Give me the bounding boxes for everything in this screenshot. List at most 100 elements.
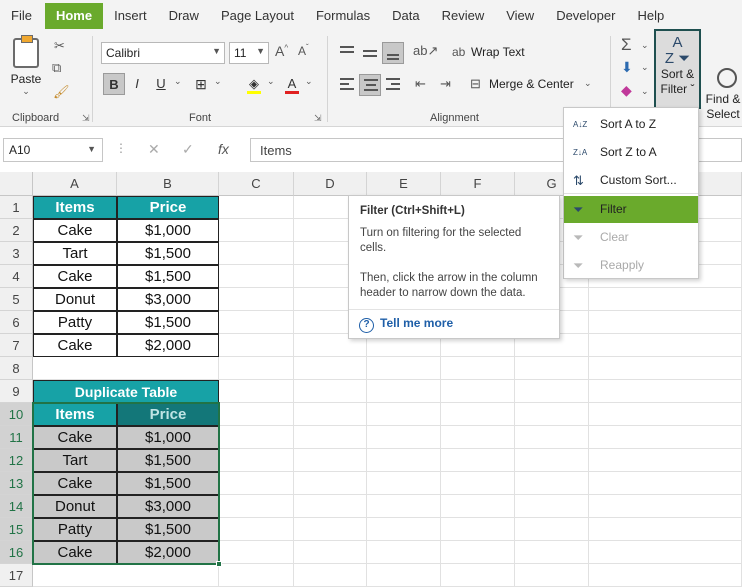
table1-cell[interactable]: $1,500 (117, 265, 219, 288)
menu-item-formulas[interactable]: Formulas (305, 3, 381, 29)
align-left-icon[interactable] (336, 74, 358, 96)
table1-header-cell[interactable]: Price (117, 196, 219, 219)
row-header-5[interactable]: 5 (0, 288, 33, 311)
clear-icon[interactable]: ◆ (621, 82, 632, 99)
merge-center-icon[interactable]: ⊟ (470, 76, 481, 92)
table1-cell[interactable]: $1,500 (117, 311, 219, 334)
table1-cell[interactable]: Cake (33, 265, 117, 288)
row-header-11[interactable]: 11 (0, 426, 33, 449)
menu-item-help[interactable]: Help (626, 3, 675, 29)
font-color-icon[interactable]: A (281, 73, 303, 95)
menu-item-file[interactable]: File (0, 3, 43, 29)
format-painter-icon[interactable]: 🖌 (53, 84, 70, 100)
column-header-c[interactable]: C (219, 172, 294, 196)
select-all-corner[interactable] (0, 172, 33, 196)
underline-button[interactable]: U (150, 73, 172, 95)
table1-cell[interactable]: Donut (33, 288, 117, 311)
table2-cell[interactable]: Cake (33, 426, 117, 449)
table1-cell[interactable]: Cake (33, 219, 117, 242)
table2-cell[interactable]: Cake (33, 541, 117, 564)
row-header-17[interactable]: 17 (0, 564, 33, 587)
fill-handle[interactable] (216, 561, 222, 567)
row-header-2[interactable]: 2 (0, 219, 33, 242)
paste-button[interactable]: Paste ⌄ (6, 35, 46, 102)
table2-cell[interactable]: Tart (33, 449, 117, 472)
chevron-down-icon[interactable]: ⌄ (267, 76, 275, 87)
top-align-icon[interactable] (336, 42, 358, 64)
merge-center-button[interactable]: Merge & Center (489, 77, 574, 91)
row-header-3[interactable]: 3 (0, 242, 33, 265)
table2-cell[interactable]: $1,500 (117, 449, 219, 472)
shrink-font-icon[interactable]: Aˇ (298, 43, 309, 58)
wrap-text-icon[interactable]: ab (452, 45, 465, 59)
menu-item-developer[interactable]: Developer (545, 3, 626, 29)
row-header-16[interactable]: 16 (0, 541, 33, 564)
cancel-icon[interactable]: ✕ (148, 141, 160, 158)
menu-sort-z-to-a[interactable]: Z↓A Sort Z to A (564, 139, 698, 166)
table2-cell[interactable]: $1,000 (117, 426, 219, 449)
confirm-icon[interactable]: ✓ (182, 141, 194, 158)
borders-icon[interactable]: ⊞ (190, 73, 212, 95)
menu-item-home[interactable]: Home (44, 3, 104, 29)
table1-header-cell[interactable]: Items (33, 196, 117, 219)
menu-item-page-layout[interactable]: Page Layout (210, 3, 305, 29)
font-size-select[interactable]: 11 ▼ (229, 42, 269, 64)
menu-custom-sort[interactable]: ⇅ Custom Sort... (564, 167, 698, 194)
row-header-1[interactable]: 1 (0, 196, 33, 219)
row-header-9[interactable]: 9 (0, 380, 33, 403)
menu-item-data[interactable]: Data (381, 3, 430, 29)
cut-icon[interactable]: ✂ (54, 38, 65, 54)
find-select-button[interactable]: Find & Select (703, 68, 742, 122)
align-center-icon[interactable] (359, 74, 381, 96)
table2-cell[interactable]: $1,500 (117, 518, 219, 541)
chevron-down-icon[interactable]: ▼ (87, 144, 96, 154)
menu-item-review[interactable]: Review (431, 3, 496, 29)
name-box[interactable]: A10 ▼ (3, 138, 103, 162)
increase-indent-icon[interactable]: ⇥ (440, 76, 451, 92)
sort-filter-button[interactable]: AZ ⏷ Sort & Filter ˇ (654, 29, 701, 109)
menu-filter[interactable]: ⏷ Filter (564, 196, 698, 223)
menu-item-view[interactable]: View (495, 3, 545, 29)
row-header-13[interactable]: 13 (0, 472, 33, 495)
table1-cell[interactable]: $1,500 (117, 242, 219, 265)
column-header-a[interactable]: A (33, 172, 117, 196)
italic-button[interactable]: I (126, 73, 148, 95)
copy-icon[interactable]: ⧉ (52, 60, 61, 76)
table2-cell[interactable]: $2,000 (117, 541, 219, 564)
middle-align-icon[interactable] (359, 42, 381, 64)
fill-icon[interactable]: ⬇ (621, 59, 633, 76)
fill-color-icon[interactable]: ◈ (243, 73, 265, 95)
column-header-e[interactable]: E (367, 172, 441, 196)
chevron-down-icon[interactable]: ⌄ (641, 86, 649, 97)
chevron-down-icon[interactable]: ⌄ (214, 76, 222, 87)
chevron-down-icon[interactable]: ⌄ (174, 76, 182, 87)
menu-item-insert[interactable]: Insert (103, 3, 158, 29)
chevron-down-icon[interactable]: ⌄ (305, 76, 313, 87)
orientation-icon[interactable]: ab↗ (413, 43, 438, 59)
duplicate-table-title[interactable]: Duplicate Table (33, 380, 219, 403)
table1-cell[interactable]: Tart (33, 242, 117, 265)
table2-header-cell[interactable]: Price (117, 403, 219, 426)
row-header-15[interactable]: 15 (0, 518, 33, 541)
menu-item-draw[interactable]: Draw (158, 3, 210, 29)
menu-sort-a-to-z[interactable]: A↓Z Sort A to Z (564, 111, 698, 138)
table2-cell[interactable]: Donut (33, 495, 117, 518)
row-header-7[interactable]: 7 (0, 334, 33, 357)
table1-cell[interactable]: Cake (33, 334, 117, 357)
table2-cell[interactable]: $3,000 (117, 495, 219, 518)
tell-me-more-link[interactable]: ? Tell me more (359, 316, 453, 333)
table2-cell[interactable]: Patty (33, 518, 117, 541)
table1-cell[interactable]: $3,000 (117, 288, 219, 311)
table2-cell[interactable]: Cake (33, 472, 117, 495)
row-header-8[interactable]: 8 (0, 357, 33, 380)
column-header-b[interactable]: B (117, 172, 219, 196)
autosum-icon[interactable]: Σ (621, 35, 632, 55)
table1-cell[interactable]: $1,000 (117, 219, 219, 242)
chevron-down-icon[interactable]: ⌄ (641, 62, 649, 73)
align-right-icon[interactable] (382, 74, 404, 96)
row-header-14[interactable]: 14 (0, 495, 33, 518)
decrease-indent-icon[interactable]: ⇤ (415, 76, 426, 92)
column-header-f[interactable]: F (441, 172, 515, 196)
clipboard-launcher-icon[interactable]: ⇲ (82, 113, 90, 124)
row-header-10[interactable]: 10 (0, 403, 33, 426)
